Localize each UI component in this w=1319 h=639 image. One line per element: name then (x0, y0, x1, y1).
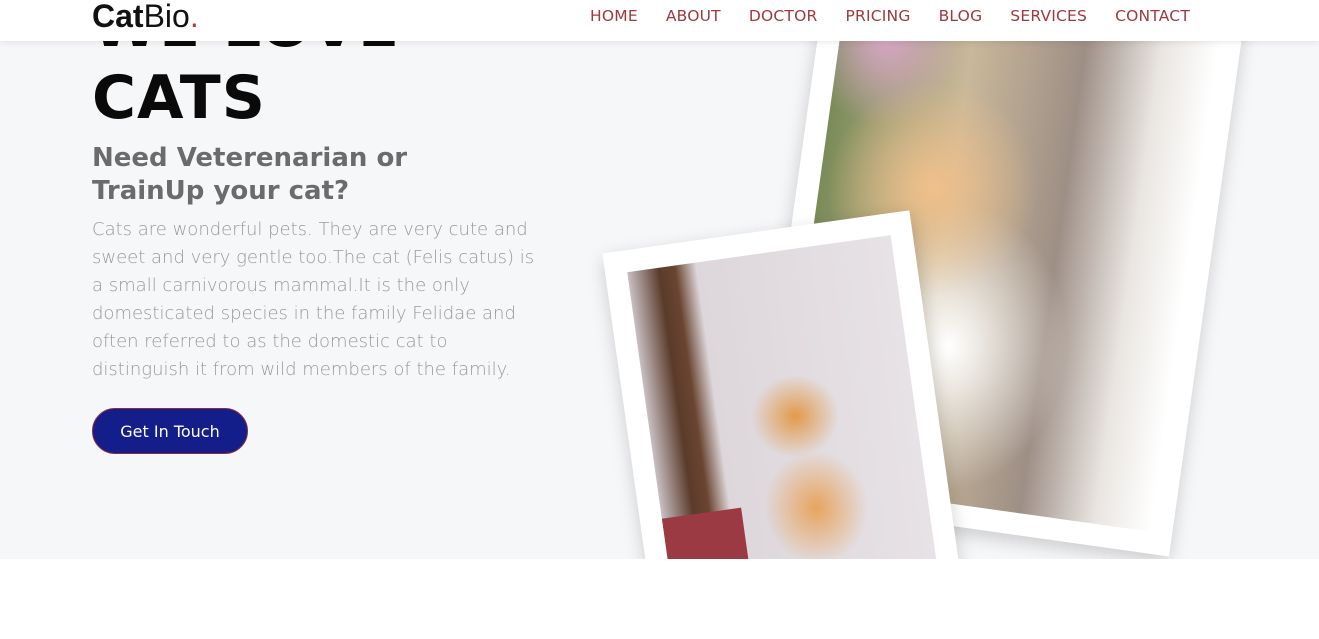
nav-link-blog[interactable]: BLOG (939, 7, 983, 25)
hero-title-line2: CATS (92, 63, 266, 133)
nav-item-pricing: PRICING (845, 7, 910, 26)
logo-regular-text: Bio (143, 0, 190, 34)
nav-link-contact[interactable]: CONTACT (1115, 7, 1190, 25)
nav-item-about: ABOUT (666, 7, 721, 26)
nav-link-pricing[interactable]: PRICING (845, 7, 910, 25)
cat-image-small (627, 235, 939, 559)
hero-subtitle: Need Veterenarian or TrainUp your cat? (92, 143, 408, 206)
nav-item-doctor: DOCTOR (749, 7, 818, 26)
navbar: CatBio. HOME ABOUT DOCTOR PRICING BLOG S… (0, 0, 1319, 41)
cat-photo-small (602, 210, 964, 559)
get-in-touch-button[interactable]: Get In Touch (92, 408, 248, 454)
logo-bold-text: Cat (92, 0, 144, 34)
nav-item-home: HOME (590, 7, 638, 26)
nav-link-services[interactable]: SERVICES (1010, 7, 1087, 25)
nav-item-services: SERVICES (1010, 7, 1087, 26)
nav-link-about[interactable]: ABOUT (666, 7, 721, 25)
nav-link-home[interactable]: HOME (590, 7, 638, 25)
site-logo[interactable]: CatBio. (92, 0, 199, 36)
hero-description: Cats are wonderful pets. They are very c… (92, 219, 535, 380)
nav-item-blog: BLOG (939, 7, 983, 26)
nav-menu: HOME ABOUT DOCTOR PRICING BLOG SERVICES … (562, 0, 1190, 33)
hero-section: WE LOVE CATS Need Veterenarian or TrainU… (0, 0, 1319, 559)
nav-item-contact: CONTACT (1115, 7, 1190, 26)
nav-link-doctor[interactable]: DOCTOR (749, 7, 818, 25)
logo-dot: . (189, 0, 199, 34)
